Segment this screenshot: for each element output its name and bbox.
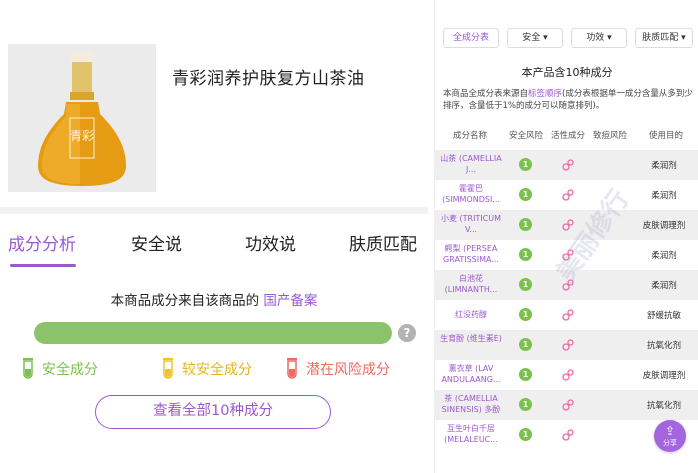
ingredient-count: 本产品含10种成分 (521, 66, 613, 79)
svg-text:青彩: 青彩 (70, 129, 94, 143)
safety-score-badge: 1 (519, 248, 532, 261)
filter-safety[interactable]: 安全 ▾ (507, 28, 563, 48)
ingredient-name[interactable]: 茶 (CAMELLIA SINENSIS) 多酚 (435, 393, 507, 415)
active-ingredient-icon (562, 159, 574, 171)
table-row[interactable]: 霍霍巴 (SIMMONDSI... 1 柔润剂 (435, 180, 698, 210)
safety-score-badge: 1 (519, 398, 532, 411)
filter-skin-type[interactable]: 肤质匹配 ▾ (635, 28, 693, 48)
tab-safety[interactable]: 安全说 (131, 230, 182, 255)
usage-purpose: 柔润剂 (651, 251, 677, 261)
usage-purpose: 皮肤调理剂 (642, 221, 686, 231)
desc-prefix: 本商品全成分表来源自 (443, 89, 529, 99)
ingredient-name[interactable]: 生育酚 (维生素E) (435, 333, 507, 344)
test-tube-icon (163, 358, 173, 379)
table-row[interactable]: 红没药醇 1 舒缓抗敏 (435, 300, 698, 330)
col-safety: 安全风险 (509, 131, 544, 141)
tab-skin-match[interactable]: 肤质匹配 (349, 230, 417, 255)
active-ingredient-icon (562, 279, 574, 291)
test-tube-icon (287, 358, 297, 379)
ingredient-name[interactable]: 白池花 (LIMNANTH... (435, 273, 507, 295)
active-ingredient-icon (562, 309, 574, 321)
active-ingredient-icon (562, 339, 574, 351)
col-active: 活性成分 (551, 131, 586, 141)
table-row[interactable]: 鳄梨 (PERSEA GRATISSIMA... 1 柔润剂 (435, 240, 698, 270)
filter-full-list[interactable]: 全成分表 (443, 28, 499, 48)
safety-score-badge: 1 (519, 428, 532, 441)
ingredient-name[interactable]: 山茶 (CAMELLIA J... (435, 153, 507, 175)
safety-score-badge: 1 (519, 188, 532, 201)
active-ingredient-icon (562, 369, 574, 381)
safety-bar (34, 322, 392, 344)
legend-safe: 安全成分 (22, 358, 98, 380)
ingredient-table-panel: 全成分表 安全 ▾ 功效 ▾ 肤质匹配 ▾ 本产品含10种成分 本商品全成分表来… (434, 0, 698, 473)
share-label: 分享 (663, 439, 677, 447)
safety-score-badge: 1 (519, 368, 532, 381)
ingredient-source: 本商品成分来自该商品的 国产备案 (0, 289, 428, 309)
section-divider (0, 207, 428, 214)
safety-score-badge: 1 (519, 158, 532, 171)
test-tube-icon (23, 358, 33, 379)
safety-bar-fill (34, 322, 392, 344)
table-header: 成分名称 安全风险 活性成分 致痘风险 使用目的 (435, 126, 698, 144)
ingredient-name[interactable]: 小麦 (TRITICUM V... (435, 213, 507, 235)
safety-score-badge: 1 (519, 278, 532, 291)
active-tab-indicator (10, 264, 76, 267)
legend-risk-label: 潜在风险成分 (306, 362, 390, 378)
ingredient-name[interactable]: 鳄梨 (PERSEA GRATISSIMA... (435, 243, 507, 265)
legend-risk: 潜在风险成分 (286, 358, 390, 380)
safety-score-badge: 1 (519, 218, 532, 231)
usage-purpose: 皮肤调理剂 (642, 371, 686, 381)
active-ingredient-icon (562, 249, 574, 261)
desc-link[interactable]: 标签顺序 (528, 89, 562, 99)
table-row[interactable]: 白池花 (LIMNANTH... 1 柔润剂 (435, 270, 698, 300)
tab-efficacy[interactable]: 功效说 (245, 230, 296, 255)
table-row[interactable]: 小麦 (TRITICUM V... 1 皮肤调理剂 (435, 210, 698, 240)
view-all-ingredients-button[interactable]: 查看全部10种成分 (95, 395, 331, 429)
product-detail-panel: 青彩 青彩润养护肤复方山茶油 成分分析 安全说 功效说 肤质匹配 本商品成分来自… (0, 0, 428, 473)
active-ingredient-icon (562, 189, 574, 201)
ingredient-name[interactable]: 互生叶白千层 (MELALEUC... (435, 423, 507, 445)
share-button[interactable]: ⇪ 分享 (654, 420, 686, 452)
table-row[interactable]: 生育酚 (维生素E) 1 抗氧化剂 (435, 330, 698, 360)
usage-purpose: 抗氧化剂 (646, 401, 681, 411)
col-purpose: 使用目的 (649, 131, 684, 141)
usage-purpose: 柔润剂 (651, 281, 677, 291)
usage-purpose: 抗氧化剂 (646, 341, 681, 351)
filter-bar: 全成分表 安全 ▾ 功效 ▾ 肤质匹配 ▾ (435, 28, 698, 50)
source-prefix: 本商品成分来自该商品的 (110, 293, 260, 309)
usage-purpose: 舒缓抗敏 (646, 311, 681, 321)
filter-efficacy[interactable]: 功效 ▾ (571, 28, 627, 48)
legend-fairly-safe-label: 较安全成分 (182, 362, 252, 378)
help-icon[interactable]: ? (398, 324, 416, 342)
usage-purpose: 柔润剂 (651, 161, 677, 171)
share-icon: ⇪ (664, 424, 676, 438)
active-ingredient-icon (562, 399, 574, 411)
table-row[interactable]: 薰衣草 (LAV ANDULAANG... 1 皮肤调理剂 (435, 360, 698, 390)
product-image: 青彩 (8, 44, 156, 192)
legend-safe-label: 安全成分 (42, 362, 98, 378)
tab-bar: 成分分析 安全说 功效说 肤质匹配 (0, 222, 428, 268)
safety-score-badge: 1 (519, 308, 532, 321)
tab-ingredient-analysis[interactable]: 成分分析 (8, 230, 76, 255)
product-title: 青彩润养护肤复方山茶油 (172, 69, 365, 89)
col-name: 成分名称 (453, 131, 488, 141)
list-description: 本商品全成分表来源自标签顺序(成分表根据单一成分含量从多到少排序，含量低于1%的… (443, 88, 693, 112)
usage-purpose: 柔润剂 (651, 191, 677, 201)
table-row[interactable]: 茶 (CAMELLIA SINENSIS) 多酚 1 抗氧化剂 (435, 390, 698, 420)
safety-score-badge: 1 (519, 338, 532, 351)
legend-fairly-safe: 较安全成分 (162, 358, 252, 380)
ingredient-name[interactable]: 薰衣草 (LAV ANDULAANG... (435, 363, 507, 385)
source-link[interactable]: 国产备案 (263, 293, 317, 309)
active-ingredient-icon (562, 219, 574, 231)
ingredient-name[interactable]: 霍霍巴 (SIMMONDSI... (435, 183, 507, 205)
table-row[interactable]: 山茶 (CAMELLIA J... 1 柔润剂 (435, 150, 698, 180)
active-ingredient-icon (562, 429, 574, 441)
ingredient-name[interactable]: 红没药醇 (435, 309, 507, 320)
col-acne: 致痘风险 (593, 131, 628, 141)
